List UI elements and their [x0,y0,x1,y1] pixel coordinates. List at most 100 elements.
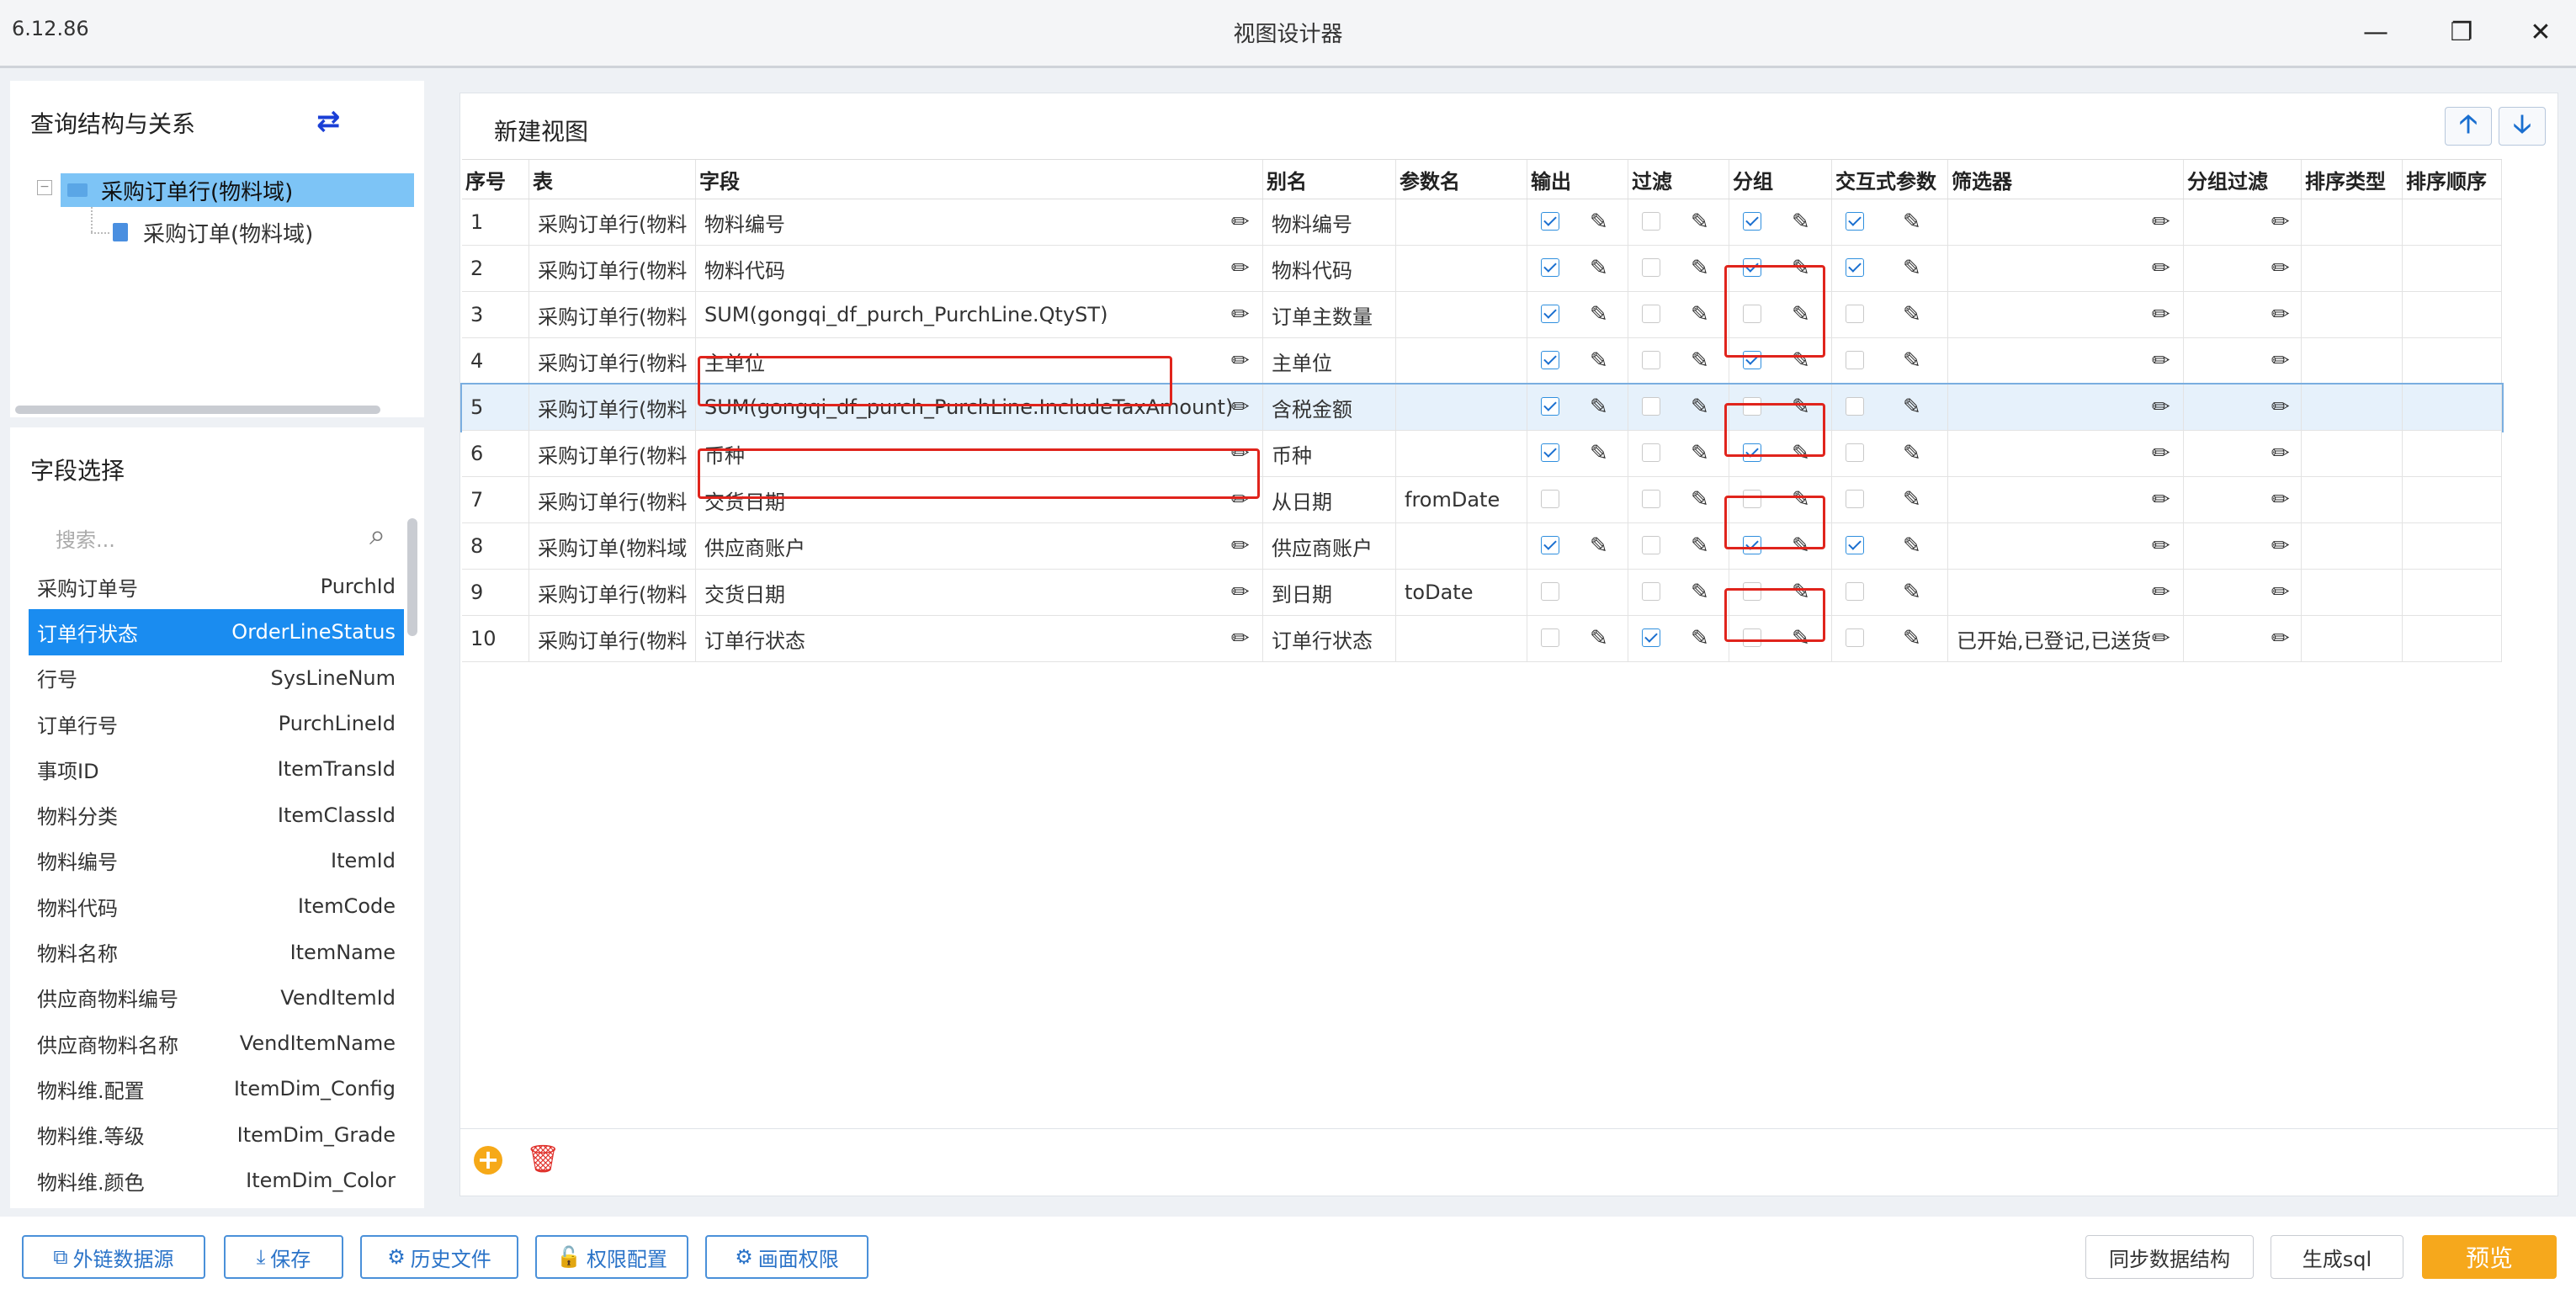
table-row[interactable]: 9 采购订单行(物料 交货日期 ✏ 到日期 toDate ✎ ✎ ✎ ✏ ✏ [462,570,2502,616]
table-row[interactable]: 1 采购订单行(物料 物料编号 ✏ 物料编号 ✎ ✎ ✎ ✎ ✏ ✏ [462,199,2502,246]
cell-filter[interactable]: ✎ [1628,246,1729,291]
output-checkbox[interactable] [1541,536,1559,554]
interactive-checkbox[interactable] [1846,212,1864,231]
group-checkbox[interactable] [1743,212,1761,231]
output-checkbox[interactable] [1541,582,1559,601]
edit-icon[interactable]: ✎ [1691,209,1709,235]
field-list-item[interactable]: 物料编号 ItemId [29,838,404,883]
cell-output[interactable]: ✎ [1527,199,1628,245]
close-icon[interactable]: ✕ [2511,8,2570,56]
edit-icon[interactable]: ✎ [1691,302,1709,327]
output-checkbox[interactable] [1541,490,1559,508]
minimize-icon[interactable]: — [2346,8,2405,56]
pencil-icon[interactable]: ✏ [2271,533,2290,559]
edit-icon[interactable]: ✎ [1590,626,1608,651]
pencil-icon[interactable]: ✏ [1231,209,1250,235]
trash-icon[interactable]: 🗑 [526,1143,560,1175]
table-row[interactable]: 10 采购订单行(物料 订单行状态 ✏ 订单行状态 ✎ ✎ ✎ ✎ 已开始,已登记,已送货 ✏ ✏ [462,616,2502,662]
cell-output[interactable] [1527,570,1628,615]
column-header-selector[interactable]: 筛选器 [1948,160,2184,199]
output-checkbox[interactable] [1541,212,1559,231]
edit-icon[interactable]: ✎ [1903,302,1921,327]
pencil-icon[interactable]: ✏ [1231,395,1250,420]
cell-filter[interactable]: ✎ [1628,338,1729,384]
pencil-icon[interactable]: ✏ [1231,626,1250,651]
field-list-item[interactable]: 订单行号 PurchLineId [29,701,404,746]
edit-icon[interactable]: ✎ [1691,441,1709,466]
edit-icon[interactable]: ✎ [1691,533,1709,559]
filter-checkbox[interactable] [1642,536,1660,554]
edit-icon[interactable]: ✎ [1590,533,1608,559]
cell-filter[interactable]: ✎ [1628,292,1729,337]
cell-filter[interactable]: ✎ [1628,431,1729,476]
field-list-item[interactable]: 物料分类 ItemClassId [29,792,404,837]
interactive-checkbox[interactable] [1846,628,1864,647]
edit-icon[interactable]: ✎ [1792,209,1810,235]
edit-icon[interactable]: ✎ [1590,256,1608,281]
pencil-icon[interactable]: ✏ [2271,626,2290,651]
edit-icon[interactable]: ✎ [1691,256,1709,281]
cell-interactive[interactable]: ✎ [1832,570,1948,615]
filter-checkbox[interactable] [1642,351,1660,369]
cell-output[interactable]: ✎ [1527,292,1628,337]
cell-filter[interactable]: ✎ [1628,616,1729,661]
output-checkbox[interactable] [1541,628,1559,647]
add-icon[interactable]: + [474,1146,502,1175]
search-icon[interactable]: ⌕ [369,518,385,552]
field-list-item[interactable]: 物料维.颜色 ItemDim_Color [29,1158,404,1203]
pencil-icon[interactable]: ✏ [1231,533,1250,559]
cell-interactive[interactable]: ✎ [1832,292,1948,337]
field-list-item[interactable]: 物料名称 ItemName [29,929,404,974]
pencil-icon[interactable]: ✏ [1231,348,1250,374]
filter-checkbox[interactable] [1642,212,1660,231]
cell-filter[interactable]: ✎ [1628,477,1729,522]
pencil-icon[interactable]: ✏ [2152,302,2170,327]
edit-icon[interactable]: ✎ [1903,441,1921,466]
pencil-icon[interactable]: ✏ [2152,580,2170,605]
horizontal-scrollbar[interactable] [15,406,380,414]
cell-output[interactable]: ✎ [1527,616,1628,661]
cell-interactive[interactable]: ✎ [1832,246,1948,291]
table-row[interactable]: 3 采购订单行(物料 SUM(gongqi_df_purch_PurchLine.Q… [462,292,2502,338]
output-checkbox[interactable] [1541,443,1559,462]
column-header-group[interactable]: 分组 [1729,160,1832,199]
collapse-icon[interactable]: − [37,180,52,195]
edit-icon[interactable]: ✎ [1590,441,1608,466]
edit-icon[interactable]: ✎ [1903,487,1921,512]
cell-output[interactable] [1527,477,1628,522]
tree-node-purch[interactable]: 采购订单(物料域) [113,215,313,249]
edit-icon[interactable]: ✎ [1903,348,1921,374]
output-checkbox[interactable] [1541,397,1559,416]
edit-icon[interactable]: ✎ [1691,580,1709,605]
cell-output[interactable]: ✎ [1527,431,1628,476]
cell-interactive[interactable]: ✎ [1832,384,1948,430]
field-list-item[interactable]: 采购订单号 PurchId [29,564,404,609]
pencil-icon[interactable]: ✏ [2271,348,2290,374]
cell-interactive[interactable]: ✎ [1832,477,1948,522]
table-row[interactable]: 2 采购订单行(物料 物料代码 ✏ 物料代码 ✎ ✎ ✎ ✎ ✏ ✏ [462,246,2502,292]
interactive-checkbox[interactable] [1846,305,1864,323]
column-header-field[interactable]: 字段 [696,160,1263,199]
pencil-icon[interactable]: ✏ [1231,256,1250,281]
filter-checkbox[interactable] [1642,490,1660,508]
field-list-item[interactable]: 供应商物料名称 VendItemName [29,1021,404,1066]
cell-filter[interactable]: ✎ [1628,570,1729,615]
move-up-button[interactable]: 🡡 [2445,107,2492,146]
output-checkbox[interactable] [1541,351,1559,369]
column-header-sort-order[interactable]: 排序顺序 [2403,160,2502,199]
filter-checkbox[interactable] [1642,628,1660,647]
interactive-checkbox[interactable] [1846,397,1864,416]
edit-icon[interactable]: ✎ [1590,395,1608,420]
screen-permission-button[interactable]: ⚙ 画面权限 [705,1235,868,1279]
interactive-checkbox[interactable] [1846,582,1864,601]
edit-icon[interactable]: ✎ [1590,209,1608,235]
cell-interactive[interactable]: ✎ [1832,431,1948,476]
edit-icon[interactable]: ✎ [1691,626,1709,651]
output-checkbox[interactable] [1541,305,1559,323]
pencil-icon[interactable]: ✏ [1231,580,1250,605]
save-button[interactable]: ⤓ 保存 [224,1235,343,1279]
output-checkbox[interactable] [1541,258,1559,277]
filter-checkbox[interactable] [1642,305,1660,323]
pencil-icon[interactable]: ✏ [2152,487,2170,512]
filter-checkbox[interactable] [1642,582,1660,601]
